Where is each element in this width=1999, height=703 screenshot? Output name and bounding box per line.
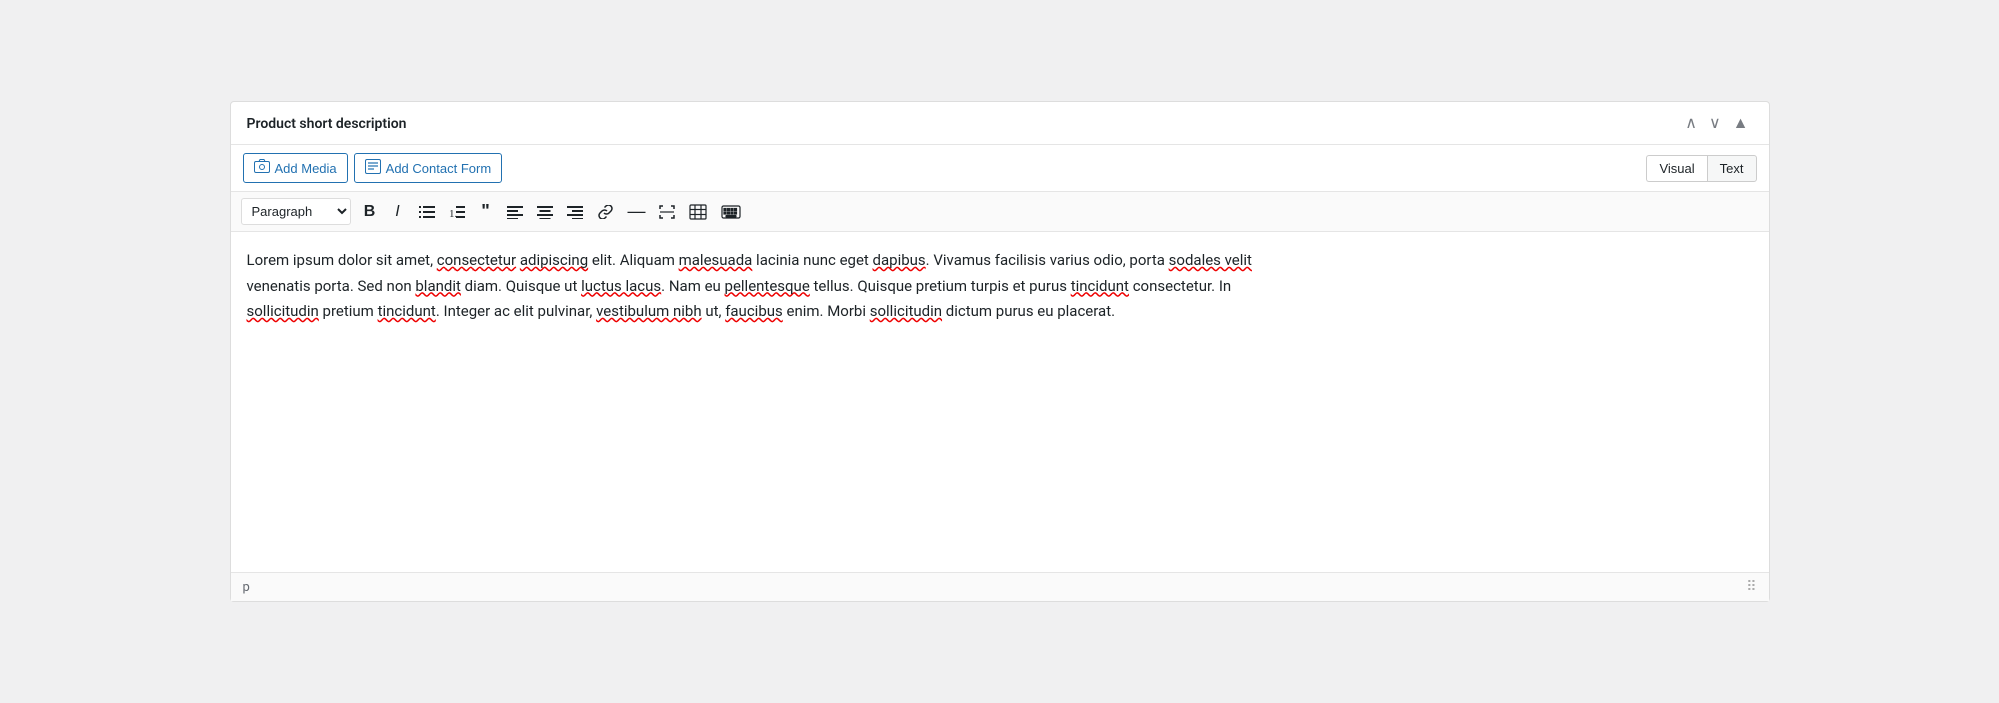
- collapse-up-button[interactable]: ∧: [1681, 114, 1701, 134]
- collapse-down-button[interactable]: ∨: [1705, 114, 1725, 134]
- add-media-label: Add Media: [275, 161, 337, 176]
- header-controls: ∧ ∨ ▲: [1681, 114, 1752, 134]
- bold-button[interactable]: B: [357, 200, 383, 224]
- misspelled-word: malesuada: [679, 251, 753, 269]
- editor-text[interactable]: Lorem ipsum dolor sit amet, consectetur …: [247, 248, 1753, 325]
- view-toggle: Visual Text: [1646, 155, 1756, 182]
- add-contact-form-button[interactable]: Add Contact Form: [354, 153, 503, 183]
- italic-button[interactable]: I: [385, 200, 411, 224]
- toggle-close-button[interactable]: ▲: [1729, 114, 1753, 134]
- align-right-button[interactable]: [561, 202, 589, 222]
- fullscreen-button[interactable]: [653, 202, 681, 222]
- misspelled-word: faucibus: [725, 302, 783, 320]
- path-label: p: [243, 580, 250, 595]
- misspelled-word: sodales velit: [1169, 251, 1252, 269]
- add-contact-form-label: Add Contact Form: [386, 161, 492, 176]
- editor-header: Product short description ∧ ∨ ▲: [231, 102, 1769, 145]
- misspelled-word: adipiscing: [520, 251, 588, 269]
- misspelled-word: pellentesque: [725, 277, 810, 295]
- media-icon: [254, 159, 270, 177]
- misspelled-word: dapibus: [873, 251, 926, 269]
- format-toolbar: Paragraph Heading 1 Heading 2 Heading 3 …: [231, 192, 1769, 232]
- resize-handle[interactable]: ⠿: [1746, 579, 1756, 595]
- unordered-list-button[interactable]: [413, 202, 441, 222]
- visual-view-button[interactable]: Visual: [1646, 155, 1706, 182]
- misspelled-word: sollicitudin: [247, 302, 319, 320]
- blockquote-button[interactable]: ": [473, 198, 499, 225]
- add-media-button[interactable]: Add Media: [243, 153, 348, 183]
- editor-container: Product short description ∧ ∨ ▲ Add Medi…: [230, 101, 1770, 602]
- misspelled-word: consectetur: [437, 251, 516, 269]
- text-view-button[interactable]: Text: [1707, 155, 1757, 182]
- align-center-button[interactable]: [531, 202, 559, 222]
- misspelled-word: vestibulum nibh: [596, 302, 702, 320]
- editor-title: Product short description: [247, 116, 407, 132]
- toolbar-left: Add Media Add Contact Form: [243, 153, 503, 183]
- link-button[interactable]: [591, 202, 620, 222]
- keyboard-shortcuts-button[interactable]: [715, 202, 747, 222]
- table-button[interactable]: [683, 201, 713, 223]
- align-left-button[interactable]: [501, 202, 529, 222]
- misspelled-word: tincidunt: [1071, 277, 1129, 295]
- misspelled-word: tincidunt: [378, 302, 436, 320]
- editor-content[interactable]: Lorem ipsum dolor sit amet, consectetur …: [231, 232, 1769, 572]
- editor-footer: p ⠿: [231, 572, 1769, 601]
- ordered-list-button[interactable]: 1.: [443, 202, 471, 222]
- misspelled-word: blandit: [415, 277, 461, 295]
- toolbar-row: Add Media Add Contact Form Visual Text: [231, 145, 1769, 192]
- misspelled-word: sollicitudin: [870, 302, 942, 320]
- misspelled-word: luctus lacus: [581, 277, 661, 295]
- paragraph-select[interactable]: Paragraph Heading 1 Heading 2 Heading 3 …: [241, 198, 351, 225]
- horizontal-rule-button[interactable]: —: [622, 198, 651, 225]
- form-icon: [365, 159, 381, 177]
